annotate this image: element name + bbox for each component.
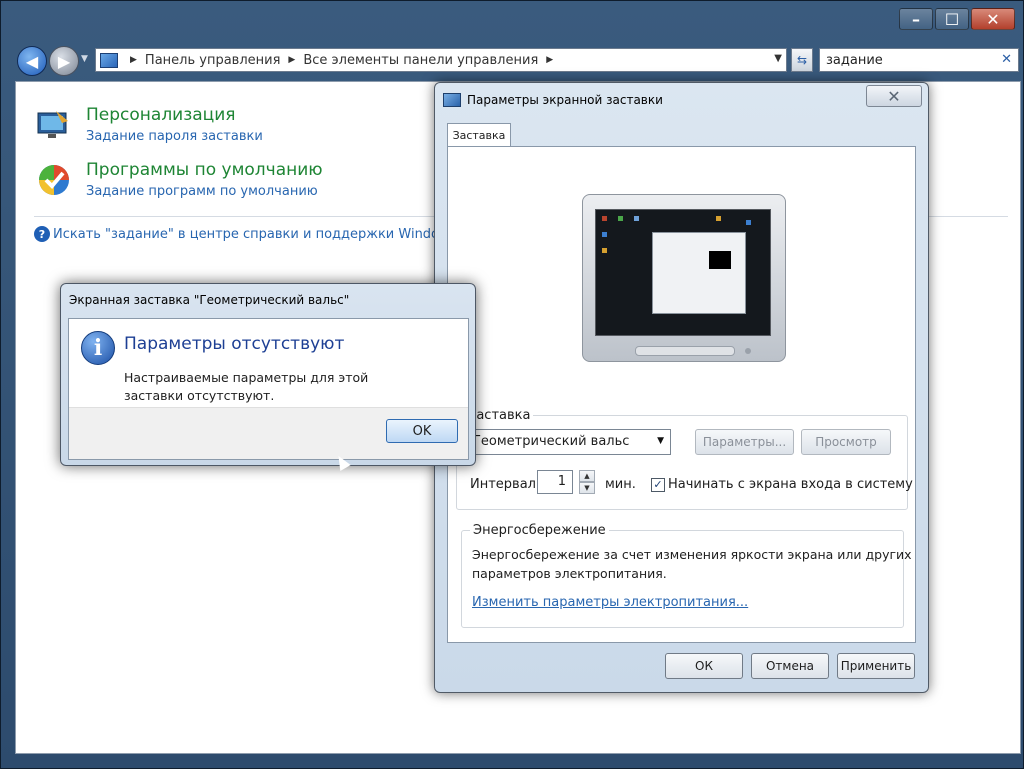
mini-desktop-icon: [634, 216, 639, 221]
search-value: задание: [826, 53, 883, 68]
mini-desktop-icon: [602, 216, 607, 221]
mini-desktop-icon: [746, 220, 751, 225]
preview-button[interactable]: Просмотр: [801, 429, 891, 455]
selected-screensaver: Геометрический вальс: [473, 434, 630, 449]
mini-desktop-icon: [602, 232, 607, 237]
minimize-button[interactable]: –: [899, 8, 933, 30]
refresh-button[interactable]: ⇆: [791, 48, 813, 72]
screensaver-settings-dialog: Параметры экранной заставки ✕ Заставка З…: [434, 82, 929, 693]
breadcrumb-separator-icon[interactable]: ▶: [546, 55, 553, 65]
monitor-stand: [635, 346, 735, 356]
power-settings-link[interactable]: Изменить параметры электропитания...: [472, 595, 748, 610]
window-caption-buttons: – ☐ ✕: [897, 8, 1015, 30]
help-search-link[interactable]: ? Искать "задание" в центре справки и по…: [34, 226, 456, 242]
breadcrumb-separator-icon[interactable]: ▶: [288, 55, 295, 65]
interval-stepper[interactable]: ▲ ▼: [579, 470, 595, 494]
dialog-close-button[interactable]: ✕: [866, 85, 922, 107]
stepper-down-icon[interactable]: ▼: [579, 482, 595, 494]
screensaver-icon: [443, 93, 461, 107]
message-text: Настраиваемые параметры для этой заставк…: [124, 370, 369, 403]
refresh-icon: ⇆: [796, 53, 808, 67]
message-ok-button[interactable]: OK: [386, 419, 458, 443]
result-task-link[interactable]: Задание программ по умолчанию: [86, 184, 318, 199]
message-box-footer: OK: [69, 407, 468, 459]
back-button[interactable]: ◀: [17, 46, 47, 76]
result-title[interactable]: Персонализация: [86, 105, 236, 125]
message-box-title: Экранная заставка "Геометрический вальс": [69, 293, 350, 307]
result-task-link[interactable]: Задание пароля заставки: [86, 129, 263, 144]
cancel-button[interactable]: Отмена: [751, 653, 829, 679]
apply-button[interactable]: Применить: [837, 653, 915, 679]
power-description-line1: Энергосбережение за счет изменения яркос…: [472, 547, 912, 562]
search-input[interactable]: задание ✕: [819, 48, 1019, 72]
power-group-label: Энергосбережение: [470, 523, 609, 538]
control-panel-icon: [100, 52, 118, 68]
chevron-down-icon: ▼: [657, 436, 664, 446]
interval-input[interactable]: 1: [537, 470, 573, 494]
breadcrumb-all-items[interactable]: Все элементы панели управления: [303, 53, 538, 68]
address-history-chevron-icon[interactable]: ▼: [774, 53, 782, 64]
no-settings-message-box: Экранная заставка "Геометрический вальс"…: [60, 283, 476, 466]
mini-desktop-icon: [618, 216, 623, 221]
forward-button[interactable]: ▶: [49, 46, 79, 76]
interval-unit: мин.: [605, 477, 636, 492]
forward-arrow-icon: ▶: [57, 51, 71, 71]
preview-monitor: [582, 194, 786, 362]
screensaver-select[interactable]: Геометрический вальс ▼: [466, 429, 671, 455]
breadcrumb-separator-icon[interactable]: ▶: [130, 55, 137, 65]
personalization-icon: [37, 111, 68, 138]
monitor-power-led-icon: [745, 348, 751, 354]
information-icon: i: [81, 331, 115, 365]
address-bar[interactable]: ▶ Панель управления ▶ Все элементы панел…: [95, 48, 787, 72]
ok-button[interactable]: ОК: [665, 653, 743, 679]
close-button[interactable]: ✕: [971, 8, 1015, 30]
help-link-label: Искать "задание" в центре справки и подд…: [53, 226, 457, 242]
dialog-title: Параметры экранной заставки: [467, 93, 663, 107]
recent-pages-dropdown[interactable]: ▼: [81, 54, 88, 64]
breadcrumb-control-panel[interactable]: Панель управления: [145, 53, 281, 68]
logon-checkbox[interactable]: ✓: [651, 478, 665, 492]
message-heading: Параметры отсутствуют: [124, 334, 345, 354]
power-description-line2: параметров электропитания.: [472, 566, 667, 581]
dialog-titlebar[interactable]: Параметры экранной заставки ✕: [435, 83, 928, 117]
maximize-button[interactable]: ☐: [935, 8, 969, 30]
navigation-bar: ◀ ▶ ▼ ▶ Панель управления ▶ Все элементы…: [13, 43, 1021, 79]
mini-desktop-icon: [716, 216, 721, 221]
preview-screen: [595, 209, 771, 336]
message-box-body: i Параметры отсутствуют Настраиваемые па…: [68, 318, 469, 460]
clear-search-icon[interactable]: ✕: [1001, 52, 1012, 67]
mini-window: [652, 232, 746, 314]
help-question-icon: ?: [34, 226, 50, 242]
stepper-up-icon[interactable]: ▲: [579, 470, 595, 482]
result-title[interactable]: Программы по умолчанию: [86, 160, 323, 180]
interval-label: Интервал:: [470, 477, 541, 492]
screensaver-settings-button[interactable]: Параметры...: [695, 429, 794, 455]
close-icon: ✕: [887, 86, 901, 106]
tab-screensaver[interactable]: Заставка: [447, 123, 511, 147]
mini-desktop-icon: [602, 248, 607, 253]
logon-checkbox-label[interactable]: Начинать с экрана входа в систему: [668, 477, 913, 492]
default-programs-icon: [39, 165, 69, 195]
mini-preview-black: [709, 251, 731, 269]
tab-page-screensaver: Заставка Геометрический вальс ▼ Параметр…: [447, 146, 916, 643]
back-arrow-icon: ◀: [25, 51, 39, 71]
